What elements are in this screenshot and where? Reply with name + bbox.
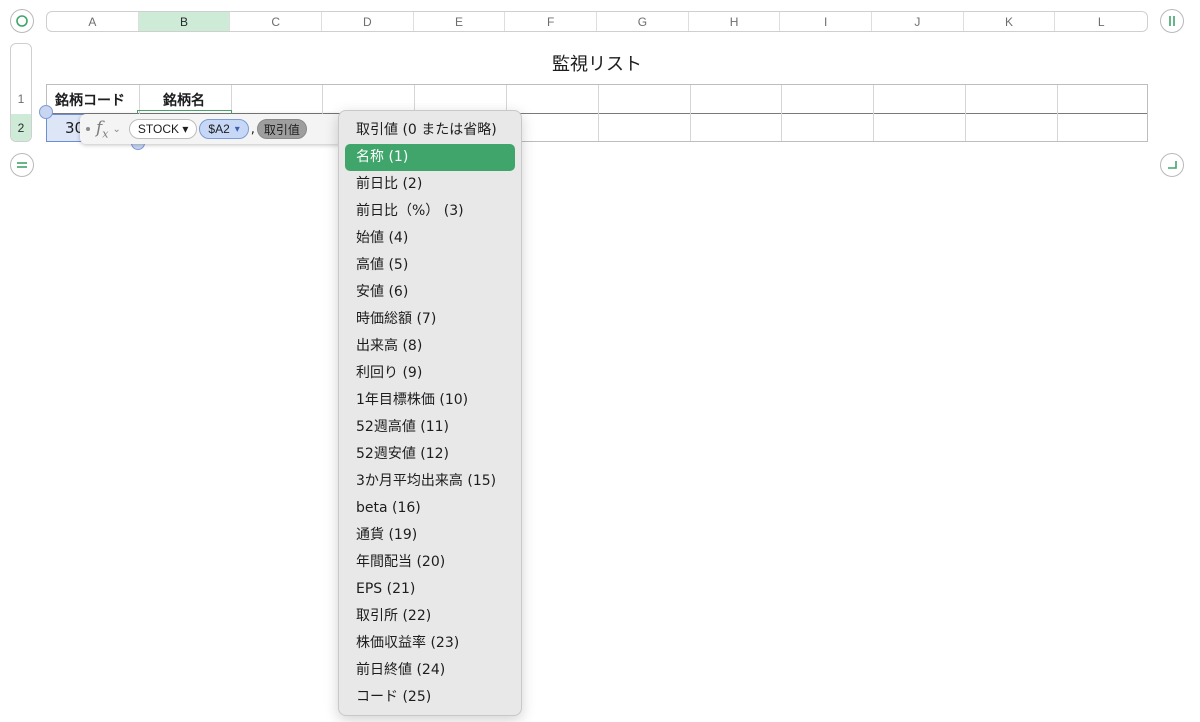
function-token-stock[interactable]: STOCK ▾ <box>128 119 198 139</box>
column-gridline <box>965 85 966 141</box>
chevron-down-icon[interactable]: ⌄ <box>113 124 121 135</box>
column-gridline <box>1056 85 1058 141</box>
column-header-b[interactable]: B <box>138 12 231 31</box>
column-gridline <box>873 85 875 141</box>
row-header-bar: 1 2 <box>10 43 32 142</box>
reference-chevron-icon[interactable]: ▾ <box>235 124 240 135</box>
dropdown-item[interactable]: 名称 (1) <box>345 144 515 171</box>
argument-separator: , <box>250 121 255 137</box>
dropdown-item[interactable]: 高値 (5) <box>345 252 515 279</box>
dropdown-item[interactable]: 始値 (4) <box>345 225 515 252</box>
add-row-handle-icon[interactable] <box>10 153 34 177</box>
column-header-l[interactable]: L <box>1055 12 1147 31</box>
column-gridline <box>689 85 691 141</box>
dropdown-item[interactable]: 通貨 (19) <box>345 522 515 549</box>
dropdown-item[interactable]: 取引所 (22) <box>345 603 515 630</box>
dropdown-item[interactable]: 3か月平均出来高 (15) <box>345 468 515 495</box>
column-header-k[interactable]: K <box>964 12 1056 31</box>
dropdown-item[interactable]: beta (16) <box>345 495 515 522</box>
selection-handle-top[interactable] <box>39 105 53 119</box>
function-icon[interactable]: fx <box>96 118 109 140</box>
reference-token-a2[interactable]: $A2 ▾ <box>199 119 249 139</box>
dropdown-item[interactable]: 株価収益率 (23) <box>345 630 515 657</box>
column-header-bar: ABCDEFGHIJKL <box>46 11 1148 32</box>
dropdown-item[interactable]: 52週安値 (12) <box>345 441 515 468</box>
dropdown-item[interactable]: EPS (21) <box>345 576 515 603</box>
dropdown-item[interactable]: 安値 (6) <box>345 279 515 306</box>
formula-editor[interactable]: fx ⌄ STOCK ▾ $A2 ▾ , 取引值 <box>80 114 342 144</box>
dropdown-item[interactable]: 前日比（%） (3) <box>345 198 515 225</box>
attribute-dropdown-menu: 取引値 (0 または省略) 名称 (1) 前日比 (2) 前日比（%） (3) 始値 (… <box>338 110 522 716</box>
dropdown-item[interactable]: 52週高値 (11) <box>345 414 515 441</box>
column-header-j[interactable]: J <box>872 12 964 31</box>
resize-table-corner-icon[interactable] <box>1160 153 1184 177</box>
column-header-h[interactable]: H <box>689 12 781 31</box>
column-header-d[interactable]: D <box>322 12 414 31</box>
row-header-1[interactable]: 1 <box>11 85 31 113</box>
dropdown-item[interactable]: 前日比 (2) <box>345 171 515 198</box>
dropdown-item[interactable]: 利回り (9) <box>345 360 515 387</box>
column-header-a[interactable]: A <box>47 12 139 31</box>
dropdown-item[interactable]: コード (25) <box>345 684 515 711</box>
column-header-c[interactable]: C <box>230 12 323 31</box>
cell-a1[interactable]: 銘柄コード <box>55 90 125 110</box>
reference-token-label: $A2 <box>208 122 230 136</box>
column-header-e[interactable]: E <box>414 12 506 31</box>
add-column-handle-icon[interactable] <box>1160 9 1184 33</box>
row-header-2[interactable]: 2 <box>11 114 31 141</box>
column-gridline <box>781 85 783 141</box>
column-header-i[interactable]: I <box>780 12 873 31</box>
dropdown-item[interactable]: 取引値 (0 または省略) <box>345 117 515 144</box>
argument-token-attribute[interactable]: 取引值 <box>256 119 307 139</box>
cell-b1[interactable]: 銘柄名 <box>138 90 230 110</box>
sheet-title[interactable]: 監視リスト <box>46 50 1148 76</box>
dropdown-item[interactable]: 年間配当 (20) <box>345 549 515 576</box>
column-header-g[interactable]: G <box>597 12 689 31</box>
column-gridline <box>597 85 599 141</box>
dropdown-item[interactable]: 時価総額 (7) <box>345 306 515 333</box>
column-header-f[interactable]: F <box>505 12 598 31</box>
dropdown-item[interactable]: 出来高 (8) <box>345 333 515 360</box>
dropdown-item[interactable]: 前日終値 (24) <box>345 657 515 684</box>
dropdown-item[interactable]: 1年目標株価 (10) <box>345 387 515 414</box>
select-all-circle-icon[interactable] <box>10 9 34 33</box>
drag-dot-icon[interactable] <box>86 127 90 131</box>
